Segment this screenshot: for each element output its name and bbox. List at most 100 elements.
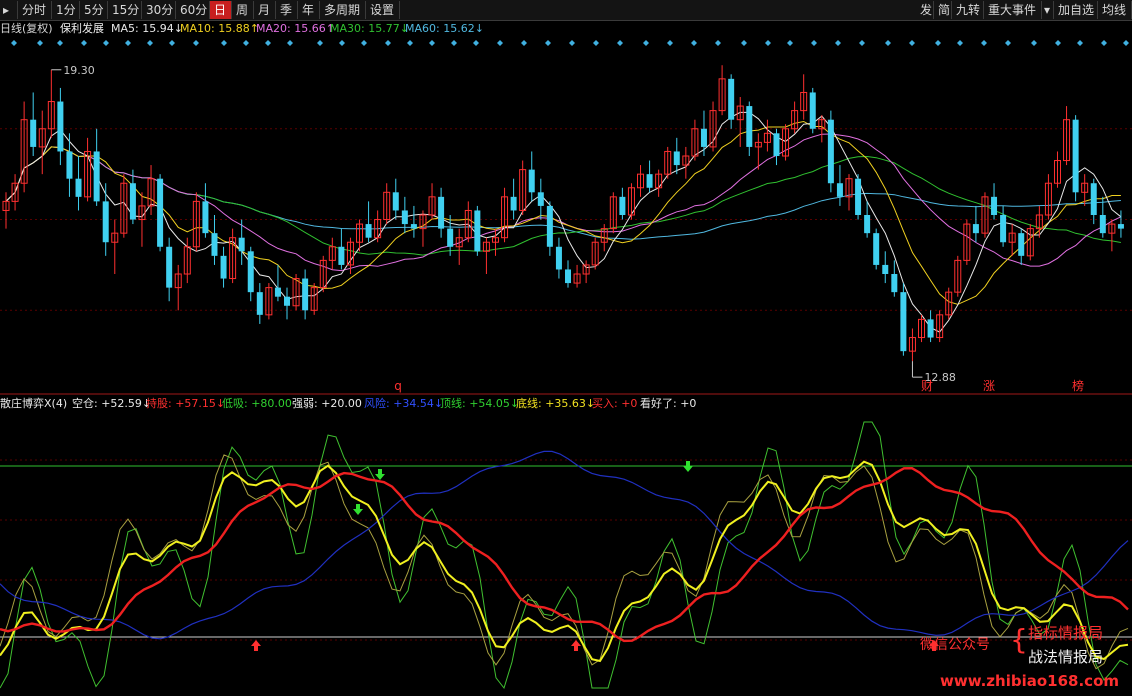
candle-body-down — [284, 296, 290, 306]
candle-body-down — [891, 274, 898, 293]
candle-body-down — [1090, 183, 1097, 215]
signal-diamond-icon — [909, 40, 915, 46]
signal-diamond-icon — [473, 40, 479, 46]
signal-diamond-icon — [715, 40, 721, 46]
candle-body-down — [700, 128, 707, 147]
candle-body-down — [773, 133, 780, 156]
signal-diamond-icon — [1055, 40, 1061, 46]
signal-diamond-icon — [221, 40, 227, 46]
sell-arrow-icon — [353, 504, 363, 515]
signal-diamond-icon — [1123, 40, 1129, 46]
signal-diamond-icon — [835, 40, 841, 46]
signal-diamond-icon — [617, 40, 623, 46]
candle-body-down — [102, 201, 109, 243]
candle-body-down — [211, 233, 218, 256]
candle-body-down — [510, 196, 517, 211]
candle-body-down — [646, 174, 653, 188]
ma60-line — [5, 146, 1121, 240]
candle-body-down — [855, 178, 862, 215]
candle-body-down — [274, 287, 281, 297]
signal-diamond-icon — [361, 40, 367, 46]
signal-diamond-icon — [569, 40, 575, 46]
candle-body-down — [900, 292, 907, 352]
candle-body-down — [220, 255, 227, 279]
signal-diamond-icon — [811, 40, 817, 46]
signal-diamond-icon — [147, 40, 153, 46]
watermark-line1: 指标情报局 — [1028, 624, 1104, 642]
candle-body-down — [1000, 215, 1007, 243]
ind-dixi: 低吸: +80.00 — [222, 397, 292, 410]
candle-body-down — [555, 246, 562, 270]
event-marker-2: 涨 — [983, 378, 995, 393]
ind-qiangruo: 强弱: +20.00 — [292, 397, 362, 410]
signal-diamond-icon — [859, 40, 865, 46]
candle-body-down — [746, 106, 753, 147]
signal-diamond-icon — [643, 40, 649, 46]
signal-diamond-icon — [667, 40, 673, 46]
sell-arrow-icon — [683, 461, 693, 472]
signal-diamond-icon — [407, 40, 413, 46]
ind-dingxian: 顶线: +54.05↓ — [440, 397, 520, 410]
candle-body-down — [410, 224, 417, 229]
signal-diamond-icon — [1101, 40, 1107, 46]
ind-chigu: 持股: +57.15↓ — [146, 397, 226, 410]
signal-diamond-icon — [1077, 40, 1083, 46]
signal-diamond-icon — [37, 40, 43, 46]
signal-diamond-icon — [193, 40, 199, 46]
sell-arrow-icon — [375, 469, 385, 480]
ma30-line — [5, 146, 1121, 256]
candle-body-down — [927, 319, 934, 338]
candle-body-down — [66, 151, 73, 179]
candle-body-down — [991, 196, 998, 215]
candle-body-down — [247, 251, 254, 293]
candle-body-down — [728, 78, 735, 120]
signal-diamond-icon — [545, 40, 551, 46]
signal-diamond-icon — [451, 40, 457, 46]
signal-diamond-icon — [691, 40, 697, 46]
signal-diamond-icon — [429, 40, 435, 46]
ind-fengxian: 风险: +34.54↓ — [364, 397, 444, 410]
signal-diamond-icon — [125, 40, 131, 46]
candle-body-down — [93, 151, 100, 202]
candle-body-down — [57, 101, 64, 152]
ind-dixian: 底线: +35.63↓ — [516, 397, 596, 410]
watermark-brace: { — [1010, 623, 1028, 656]
candle-body-down — [836, 183, 843, 197]
candle-body-down — [537, 192, 544, 206]
candle-body-down — [827, 119, 834, 184]
signal-diamond-icon — [521, 40, 527, 46]
signal-diamond-icon — [103, 40, 109, 46]
event-marker-0: q — [394, 379, 402, 393]
candle-body-down — [1099, 215, 1106, 234]
candle-body-down — [474, 210, 481, 252]
candle-body-down — [619, 196, 626, 215]
candle-body-down — [365, 224, 372, 238]
candle-body-down — [1072, 119, 1079, 193]
candle-body-down — [129, 183, 136, 220]
event-marker-1: 财 — [921, 379, 933, 393]
candle-body-down — [972, 224, 979, 234]
signal-diamond-icon — [287, 40, 293, 46]
candle-body-down — [882, 264, 889, 274]
ma5-line — [5, 111, 1122, 333]
signal-diamond-icon — [317, 40, 323, 46]
candle-body-down — [30, 119, 37, 147]
signal-diamond-icon — [497, 40, 503, 46]
signal-diamond-icon — [385, 40, 391, 46]
candle-body-down — [166, 246, 173, 288]
ma10-line — [5, 120, 1121, 305]
watermark-url: www.zhibiao168.com — [940, 672, 1120, 690]
signal-diamond-icon — [1031, 40, 1037, 46]
candle-body-down — [864, 215, 871, 234]
signal-diamond-icon — [741, 40, 747, 46]
candle-body-down — [75, 178, 82, 197]
candle-body-down — [447, 228, 454, 247]
candle-body-down — [256, 292, 263, 315]
candle-body-down — [809, 92, 816, 129]
ind-kanhaole: 看好了: +0 — [640, 397, 697, 410]
signal-diamond-icon — [593, 40, 599, 46]
signal-diamond-icon — [265, 40, 271, 46]
signal-diamond-icon — [57, 40, 63, 46]
candle-body-down — [202, 201, 209, 234]
signal-diamond-icon — [81, 40, 87, 46]
